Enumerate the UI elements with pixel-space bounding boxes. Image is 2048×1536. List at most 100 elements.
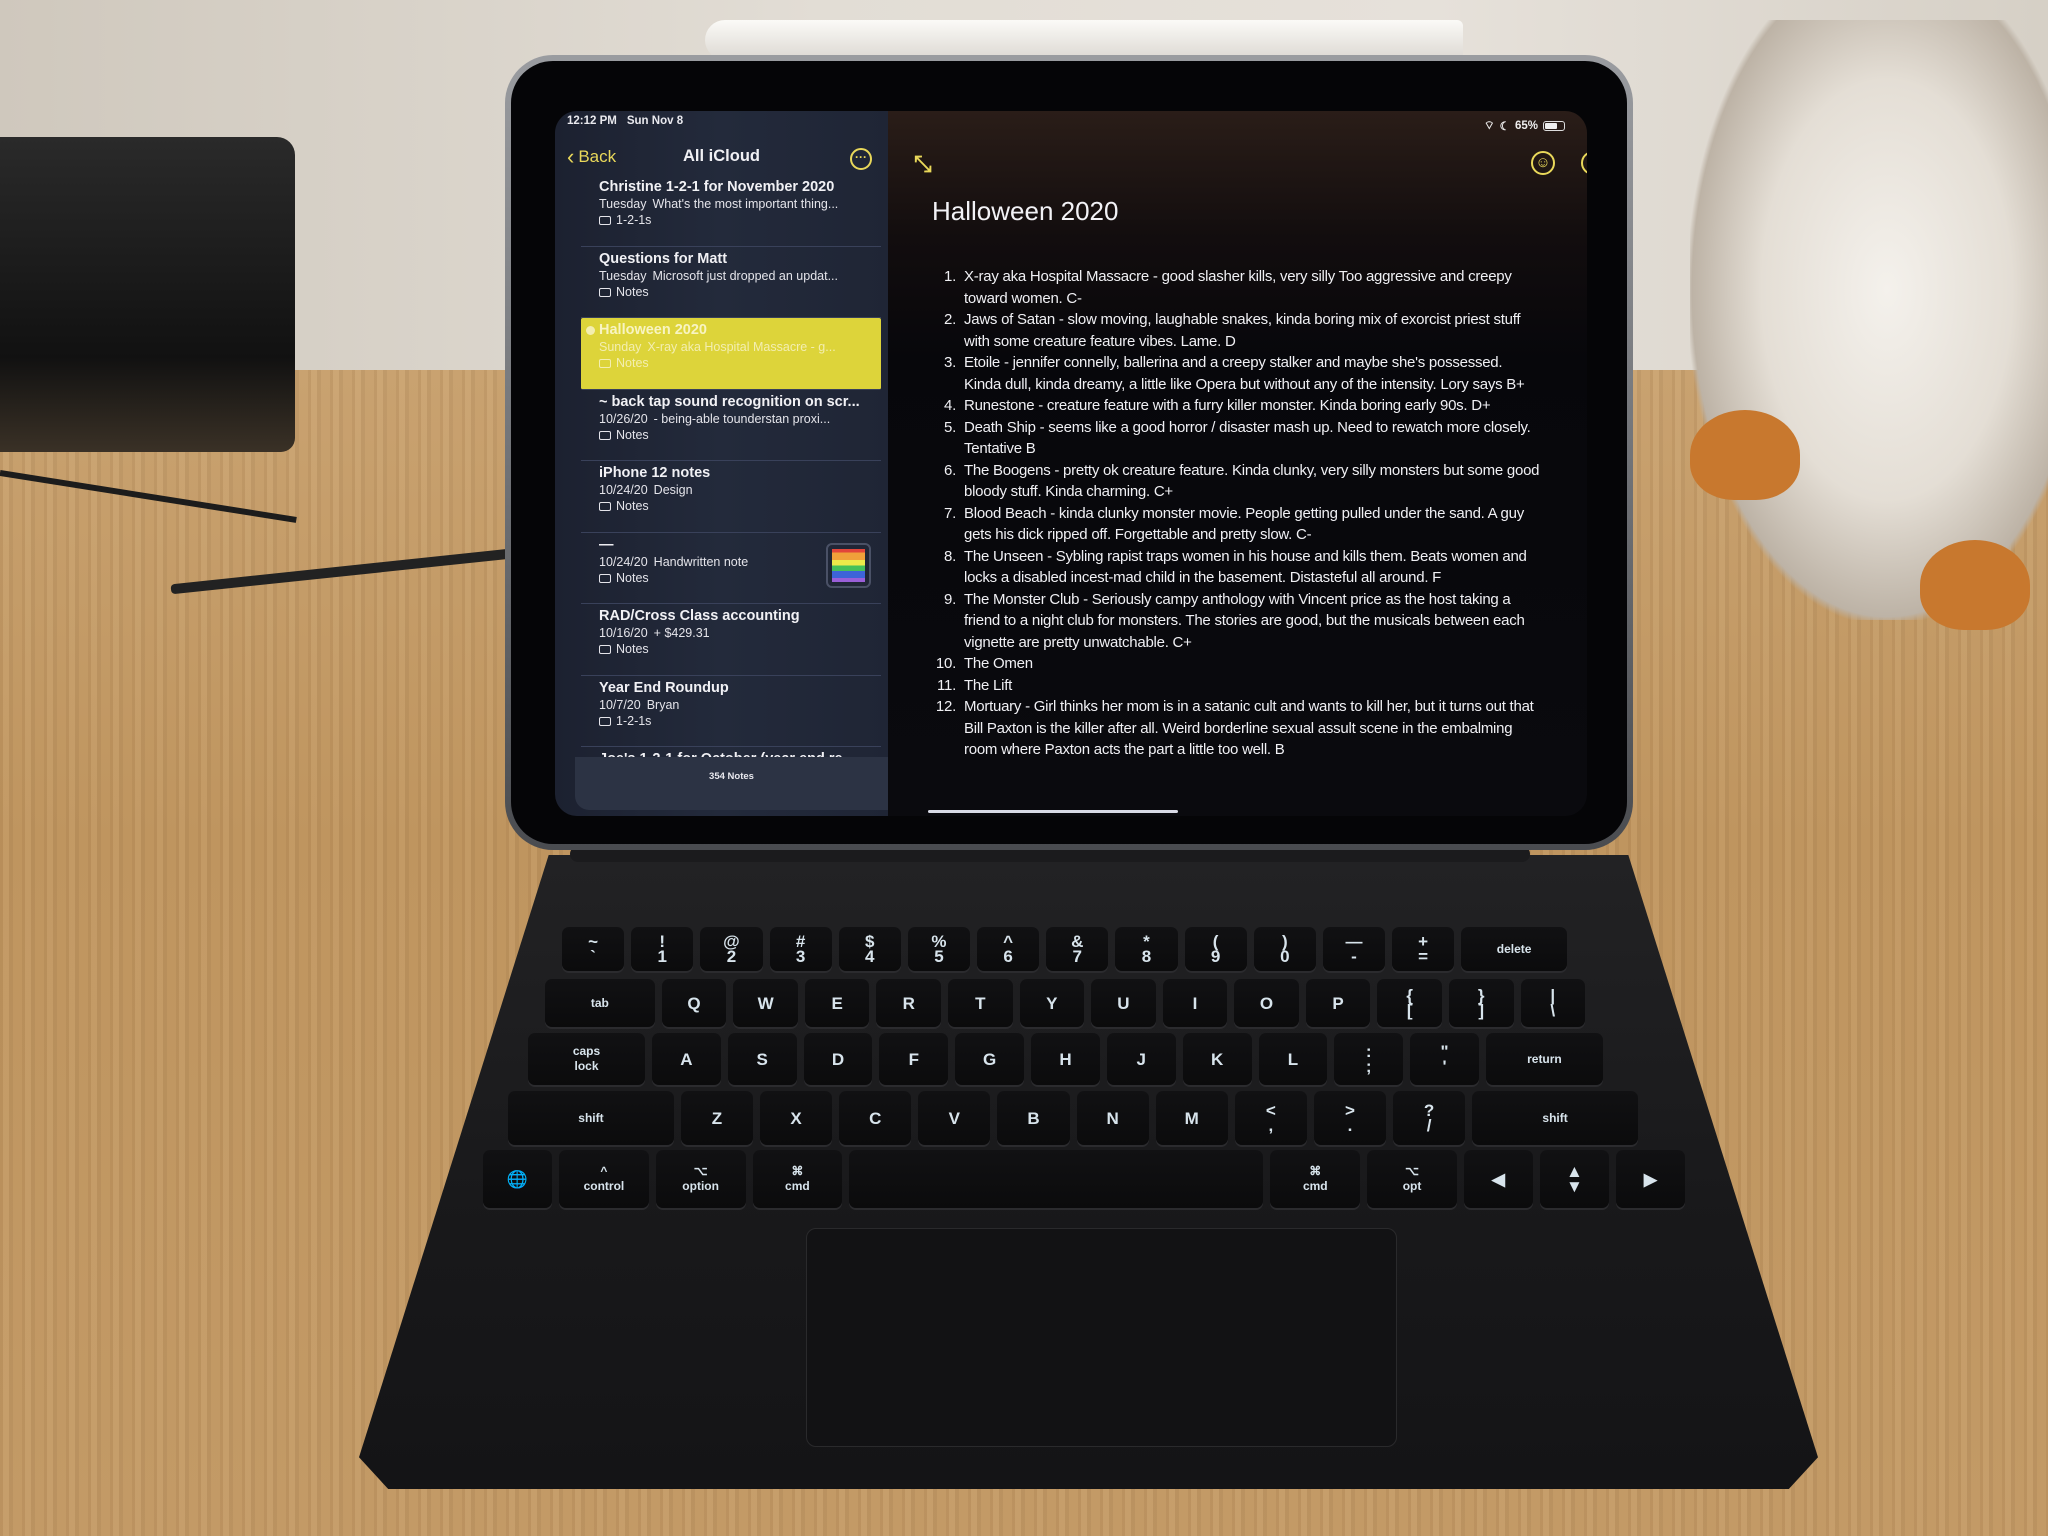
trackpad[interactable] [806,1228,1397,1447]
key[interactable]: H [1031,1033,1100,1085]
note-item-date: Tuesday [599,268,647,283]
key[interactable]: Y [1019,979,1085,1027]
key[interactable]: & 7 [1046,927,1109,971]
note-list-item[interactable]: RAD/Cross Class accounting 10/16/20 + $429… [581,604,881,676]
key[interactable]: ) 0 [1253,927,1316,971]
note-list-item[interactable]: Halloween 2020 Sunday X-ray aka Hospital M… [581,318,881,390]
note-title[interactable]: Halloween 2020 [932,196,1118,227]
key[interactable]: N [1076,1091,1149,1145]
key[interactable]: ▲ ▼ [1539,1150,1609,1208]
key[interactable]: | \ [1520,979,1586,1027]
key[interactable]: G [955,1033,1025,1085]
scroll-indicator[interactable] [928,810,1178,813]
share-collaborate-icon[interactable]: ☺ [1531,151,1555,175]
key[interactable]: } ] [1448,979,1514,1027]
key[interactable]: # 3 [769,927,832,971]
key[interactable]: tab [545,979,655,1027]
notes-list[interactable]: Christine 1-2-1 for November 2020 Tuesday… [581,175,881,805]
key[interactable]: K [1182,1033,1252,1085]
key[interactable]: ⌘ cmd [1270,1150,1361,1208]
key[interactable]: I [1162,979,1228,1027]
note-list-entry[interactable]: 5. Death Ship - seems like a good horror … [932,417,1542,460]
note-editor[interactable]: ⌔ ☾ 65% ⤡ ☺ ✓ ◎ ∧ ··· ✎ Halloween 2020 1… [888,111,1587,816]
note-list-entry[interactable]: 3. Etoile - jennifer connelly, ballerina … [932,352,1542,395]
key[interactable]: ~ ` [562,927,625,971]
key[interactable]: — - [1322,927,1386,971]
key[interactable]: @ 2 [700,927,763,971]
note-list-entry[interactable]: 8. The Unseen - Sybling rapist traps wome… [932,546,1542,589]
key[interactable]: S [727,1033,797,1085]
ellipsis-circle-icon[interactable]: ··· [850,148,872,170]
note-list-entry[interactable]: 4. Runestone - creature feature with a fu… [932,395,1542,417]
key[interactable]: + = [1392,927,1455,971]
list-text: Mortuary - Girl thinks her mom is in a s… [964,698,1534,758]
list-text: Jaws of Satan - slow moving, laughable s… [964,311,1521,350]
key[interactable]: O [1234,979,1299,1027]
note-list-entry[interactable]: 2. Jaws of Satan - slow moving, laughable… [932,309,1542,352]
note-list-item[interactable]: —10/24/20 Handwritten note Notes [581,533,881,604]
key[interactable]: " ' [1410,1033,1479,1085]
note-item-preview: 10/24/20 Design [599,483,873,497]
key[interactable]: ⌘ cmd [752,1150,843,1208]
key[interactable]: A [652,1033,721,1085]
key[interactable]: C [839,1091,912,1145]
key[interactable]: shift [1472,1091,1639,1145]
key[interactable]: 🌐 [483,1150,553,1208]
key[interactable]: ⌥ option [655,1150,746,1208]
note-list-entry[interactable]: 7. Blood Beach - kinda clunky monster mov… [932,503,1542,546]
note-list-entry[interactable]: 12. Mortuary - Girl thinks her mom is in … [932,696,1542,761]
note-list-entry[interactable]: 10. The Omen [932,653,1542,675]
key[interactable]: E [804,979,870,1027]
key[interactable]: W [733,979,798,1027]
key[interactable]: : ; [1334,1033,1404,1085]
key[interactable]: ◀ [1463,1150,1533,1208]
folder-name: Notes [616,499,649,513]
key[interactable]: U [1091,979,1156,1027]
note-body-list[interactable]: 1. X-ray aka Hospital Massacre - good sla… [932,266,1542,761]
key[interactable]: X [760,1091,833,1145]
key[interactable]: P [1305,979,1371,1027]
key[interactable]: shift [508,1091,674,1145]
note-list-item[interactable]: iPhone 12 notes 10/24/20 Design Notes [581,461,881,533]
key[interactable]: V [918,1091,991,1145]
list-text: X-ray aka Hospital Massacre - good slash… [964,268,1512,307]
key[interactable]: B [997,1091,1070,1145]
key[interactable]: ! 1 [631,927,694,971]
key[interactable]: * 8 [1115,927,1178,971]
note-list-item[interactable]: Christine 1-2-1 for November 2020 Tuesday… [581,175,881,247]
note-list-entry[interactable]: 11. The Lift [932,675,1542,697]
key[interactable]: Q [661,979,727,1027]
key[interactable]: ⌥ opt [1367,1150,1457,1208]
key[interactable]: T [948,979,1013,1027]
key[interactable]: ? / [1393,1091,1466,1145]
key[interactable]: delete [1461,927,1567,971]
key[interactable]: J [1106,1033,1176,1085]
key[interactable]: M [1155,1091,1228,1145]
checklist-icon[interactable]: ✓ [1581,151,1587,175]
key[interactable] [849,1150,1264,1208]
key[interactable]: R [876,979,941,1027]
folder-icon [599,502,611,511]
key[interactable]: % 5 [907,927,971,971]
key[interactable]: ▶ [1615,1150,1685,1208]
key[interactable]: ^ 6 [977,927,1040,971]
note-list-item[interactable]: ~ back tap sound recognition on scr... 10… [581,390,881,461]
note-list-entry[interactable]: 9. The Monster Club - Seriously campy ant… [932,589,1542,654]
key[interactable]: return [1485,1033,1603,1085]
key[interactable]: ( 9 [1184,927,1247,971]
key[interactable]: { [ [1377,979,1442,1027]
key[interactable]: > . [1313,1091,1387,1145]
key[interactable]: < , [1234,1091,1307,1145]
note-list-item[interactable]: Year End Roundup 10/7/20 Bryan 1-2-1s [581,676,881,747]
key[interactable]: F [879,1033,949,1085]
key[interactable]: $ 4 [838,927,901,971]
key[interactable]: L [1258,1033,1328,1085]
note-list-entry[interactable]: 1. X-ray aka Hospital Massacre - good sla… [932,266,1542,309]
key[interactable]: ^ control [559,1150,649,1208]
key[interactable]: caps lock [528,1033,645,1085]
note-list-entry[interactable]: 6. The Boogens - pretty ok creature featu… [932,460,1542,503]
note-list-item[interactable]: Questions for Matt Tuesday Microsoft just … [581,247,881,318]
expand-icon[interactable]: ⤡ [914,151,932,177]
key[interactable]: D [803,1033,873,1085]
key[interactable]: Z [680,1091,754,1145]
